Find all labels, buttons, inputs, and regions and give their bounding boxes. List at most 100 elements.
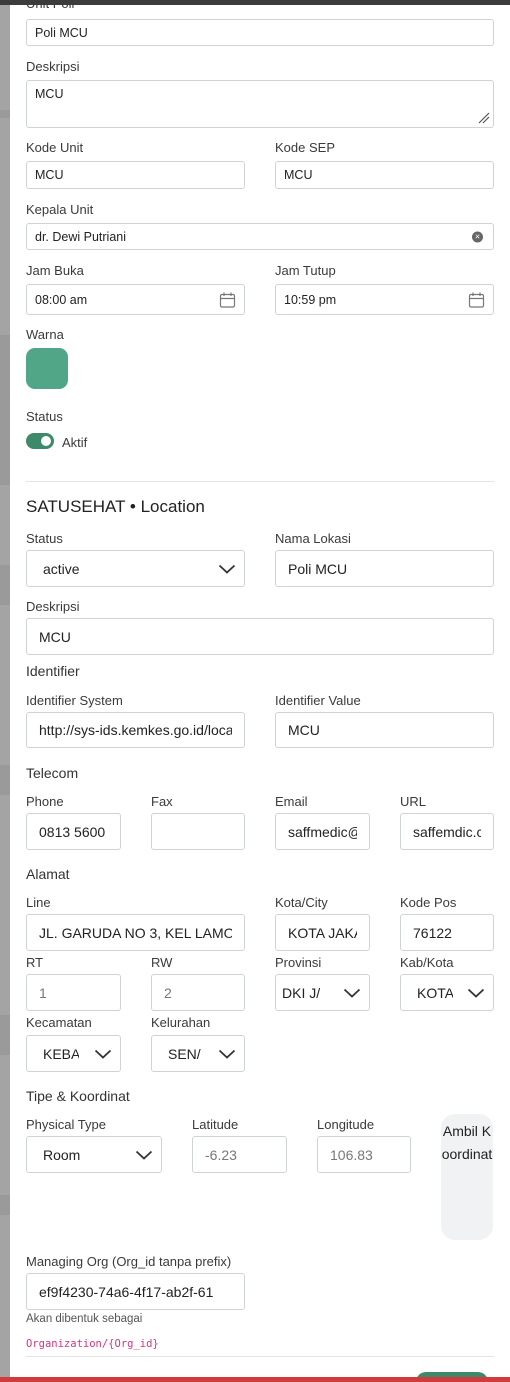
jam-tutup-input[interactable]: 10:59 pm [275, 284, 494, 315]
rt-label: RT [26, 955, 44, 970]
latitude-input[interactable]: -6.23 [192, 1136, 287, 1173]
kode-sep-input[interactable]: MCU [275, 161, 494, 189]
section-divider [26, 481, 494, 482]
email-input[interactable]: saffmedic@ [275, 813, 370, 850]
line-label: Line [26, 895, 51, 910]
identifier-system-label: Identifier System [26, 693, 123, 708]
kecamatan-value: KEBA [43, 1045, 79, 1062]
rt-input[interactable]: 1 [26, 974, 121, 1011]
kode-sep-value: MCU [284, 168, 313, 182]
provinsi-value: DKI J/ [282, 984, 321, 1001]
url-value: saffemdic.c [413, 823, 481, 840]
satusehat-title: SATUSEHAT • Location [26, 497, 205, 516]
latitude-label: Latitude [192, 1117, 239, 1132]
jam-buka-value: 08:00 am [35, 292, 88, 307]
managing-org-label: Managing Org (Org_id tanpa prefix) [26, 1254, 232, 1269]
window-top-bar [0, 0, 510, 5]
chevron-down-icon [135, 1150, 153, 1160]
managing-org-input[interactable]: ef9f4230-74a6-4f17-ab2f-61 [26, 1273, 245, 1310]
phone-input[interactable]: 0813 5600 [26, 813, 121, 850]
kode-pos-input[interactable]: 76122 [400, 914, 494, 951]
physical-type-label: Physical Type [26, 1117, 106, 1132]
ss-status-label: Status [26, 531, 63, 546]
ss-status-select[interactable]: active [26, 550, 245, 587]
kelurahan-select[interactable]: SEN/ [151, 1035, 245, 1072]
provinsi-select[interactable]: DKI J/ [275, 974, 370, 1011]
footer-divider [26, 1356, 494, 1357]
chevron-down-icon [343, 988, 361, 998]
clear-icon[interactable]: × [472, 231, 483, 242]
nama-lokasi-input[interactable]: Poli MCU [275, 550, 494, 587]
deskripsi-label: Deskripsi [26, 59, 80, 74]
line-value: JL. GARUDA NO 3, KEL LAMO [39, 924, 232, 941]
unit-poli-input[interactable]: Poli MCU [26, 19, 494, 46]
rw-label: RW [151, 955, 173, 970]
rt-value: 1 [39, 984, 47, 1001]
nama-lokasi-value: Poli MCU [288, 560, 348, 577]
kota-value: KOTA JAKA [288, 924, 357, 941]
email-value: saffmedic@ [288, 823, 357, 840]
jam-tutup-label: Jam Tutup [275, 263, 336, 278]
email-label: Email [275, 794, 308, 809]
managing-org-value: ef9f4230-74a6-4f17-ab2f-61 [39, 1283, 214, 1300]
ambil-koordinat-button[interactable]: Ambil Koordinat [441, 1114, 493, 1240]
identifier-value-input[interactable]: MCU [275, 712, 494, 748]
kode-pos-value: 76122 [413, 924, 452, 941]
chevron-down-icon [467, 988, 485, 998]
fax-label: Fax [151, 794, 173, 809]
phone-label: Phone [26, 794, 64, 809]
telecom-heading: Telecom [26, 765, 79, 781]
kode-unit-value: MCU [35, 168, 64, 182]
identifier-system-input[interactable]: http://sys-ids.kemkes.go.id/location/ [26, 712, 245, 748]
ss-status-value: active [43, 560, 80, 577]
tipe-koordinat-heading: Tipe & Koordinat [26, 1088, 130, 1104]
chevron-down-icon [218, 1049, 236, 1059]
kecamatan-label: Kecamatan [26, 1015, 92, 1030]
kabkota-label: Kab/Kota [400, 955, 454, 970]
identifier-value-label: Identifier Value [275, 693, 361, 708]
nama-lokasi-label: Nama Lokasi [275, 531, 351, 546]
kode-unit-label: Kode Unit [26, 140, 84, 155]
kota-input[interactable]: KOTA JAKA [275, 914, 370, 951]
calendar-icon[interactable] [468, 291, 485, 308]
status-toggle[interactable] [26, 433, 54, 449]
line-input[interactable]: JL. GARUDA NO 3, KEL LAMO [26, 914, 245, 951]
kecamatan-select[interactable]: KEBA [26, 1035, 121, 1072]
kabkota-select[interactable]: KOTA [400, 974, 494, 1011]
deskripsi-value: MCU [35, 87, 64, 101]
unit-poli-value: Poli MCU [35, 25, 88, 40]
rw-value: 2 [164, 984, 172, 1001]
deskripsi-textarea[interactable]: MCU [26, 80, 494, 128]
rw-input[interactable]: 2 [151, 974, 245, 1011]
resize-handle-icon[interactable] [478, 112, 490, 124]
ss-deskripsi-value: MCU [39, 628, 71, 645]
url-input[interactable]: saffemdic.c [400, 813, 494, 850]
kelurahan-label: Kelurahan [151, 1015, 211, 1030]
calendar-icon[interactable] [219, 291, 236, 308]
managing-org-hint-code: Organization/{Org_id} [26, 1338, 159, 1350]
kode-pos-label: Kode Pos [400, 895, 457, 910]
status-label: Status [26, 409, 63, 424]
alamat-heading: Alamat [26, 866, 70, 882]
kelurahan-value: SEN/ [168, 1045, 201, 1062]
toggle-knob [41, 436, 51, 446]
kepala-unit-select[interactable]: dr. Dewi Putriani × [26, 223, 494, 250]
jam-buka-input[interactable]: 08:00 am [26, 284, 245, 315]
kode-unit-input[interactable]: MCU [26, 161, 245, 189]
chevron-down-icon [218, 564, 236, 574]
fax-input[interactable] [151, 813, 245, 850]
identifier-heading: Identifier [26, 663, 80, 679]
physical-type-value: Room [43, 1146, 81, 1163]
physical-type-select[interactable]: Room [26, 1136, 162, 1173]
warna-label: Warna [26, 327, 64, 342]
backdrop-strip [0, 5, 10, 1377]
color-picker-swatch[interactable] [26, 348, 68, 389]
ss-deskripsi-label: Deskripsi [26, 599, 80, 614]
ss-deskripsi-input[interactable]: MCU [26, 618, 494, 655]
kabkota-value: KOTA [417, 984, 453, 1001]
longitude-label: Longitude [317, 1117, 375, 1132]
kode-sep-label: Kode SEP [275, 140, 335, 155]
longitude-input[interactable]: 106.83 [317, 1136, 411, 1173]
managing-org-hint: Akan dibentuk sebagai [26, 1313, 143, 1325]
phone-value: 0813 5600 [39, 823, 106, 840]
